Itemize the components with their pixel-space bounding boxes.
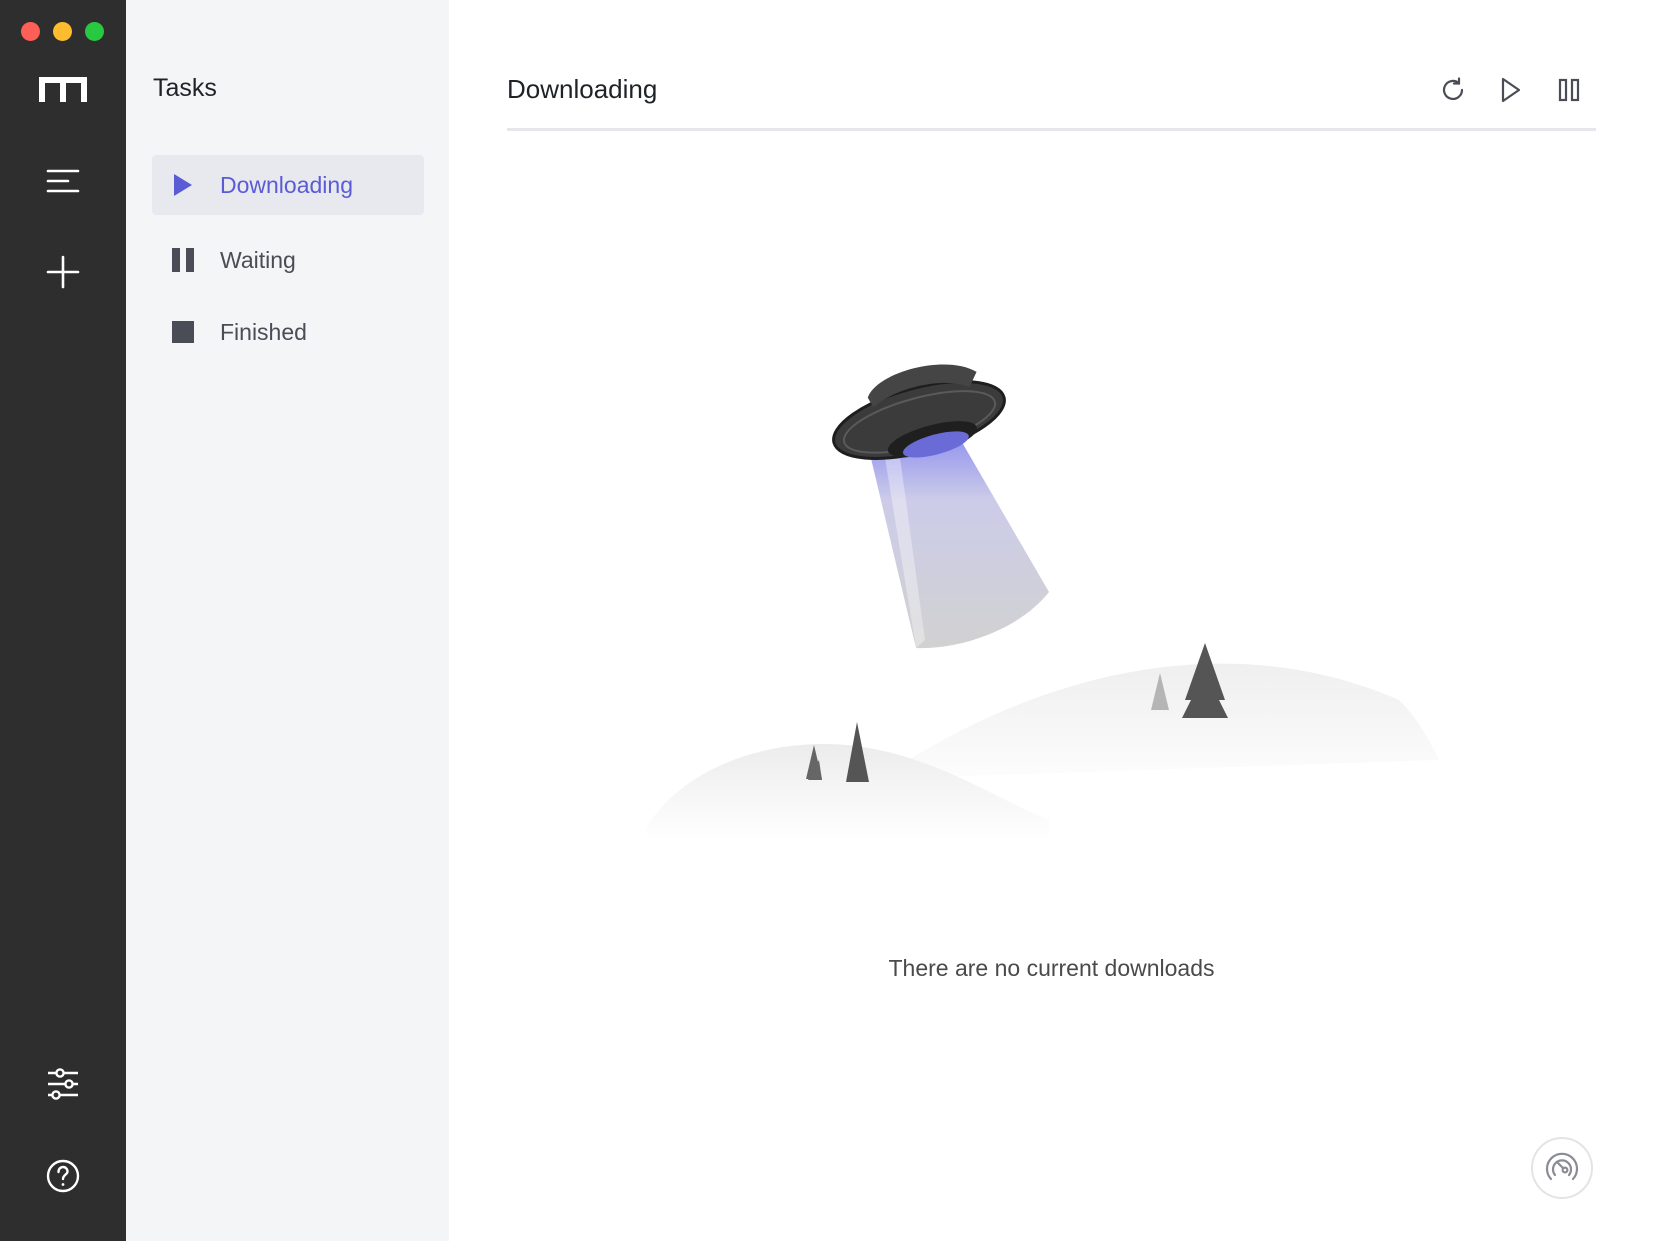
- task-item-finished[interactable]: Finished: [152, 302, 424, 362]
- task-item-waiting[interactable]: Waiting: [152, 230, 424, 290]
- task-item-label: Finished: [220, 318, 307, 345]
- task-item-label: Waiting: [220, 246, 296, 273]
- help-circle-icon[interactable]: [33, 1146, 93, 1206]
- ufo-empty-illustration: [639, 364, 1439, 840]
- plus-icon[interactable]: [33, 242, 93, 302]
- app-window: Tasks Downloading Waiting Finished Downl…: [0, 0, 1654, 1241]
- refresh-icon[interactable]: [1433, 70, 1473, 110]
- minimize-window-button[interactable]: [53, 22, 72, 41]
- close-window-button[interactable]: [21, 22, 40, 41]
- empty-state-message: There are no current downloads: [888, 955, 1215, 981]
- pause-icon: [172, 247, 194, 273]
- zoom-window-button[interactable]: [85, 22, 104, 41]
- task-item-downloading[interactable]: Downloading: [152, 155, 424, 215]
- play-icon: [172, 172, 194, 198]
- stop-icon: [172, 319, 194, 345]
- pause-outline-icon[interactable]: [1549, 70, 1589, 110]
- page-title: Downloading: [507, 74, 658, 104]
- play-outline-icon[interactable]: [1491, 70, 1531, 110]
- task-item-label: Downloading: [220, 171, 353, 198]
- header-divider: [507, 128, 1596, 131]
- sliders-icon[interactable]: [33, 1054, 93, 1114]
- main-content: Downloading There are no current downloa…: [449, 0, 1654, 1241]
- tasks-title: Tasks: [153, 74, 217, 102]
- speedometer-icon[interactable]: [1531, 1137, 1593, 1199]
- motrix-m-icon[interactable]: [33, 60, 93, 120]
- nav-rail: [0, 0, 126, 1241]
- tasks-panel: Tasks Downloading Waiting Finished: [126, 0, 449, 1241]
- menu-icon[interactable]: [33, 151, 93, 211]
